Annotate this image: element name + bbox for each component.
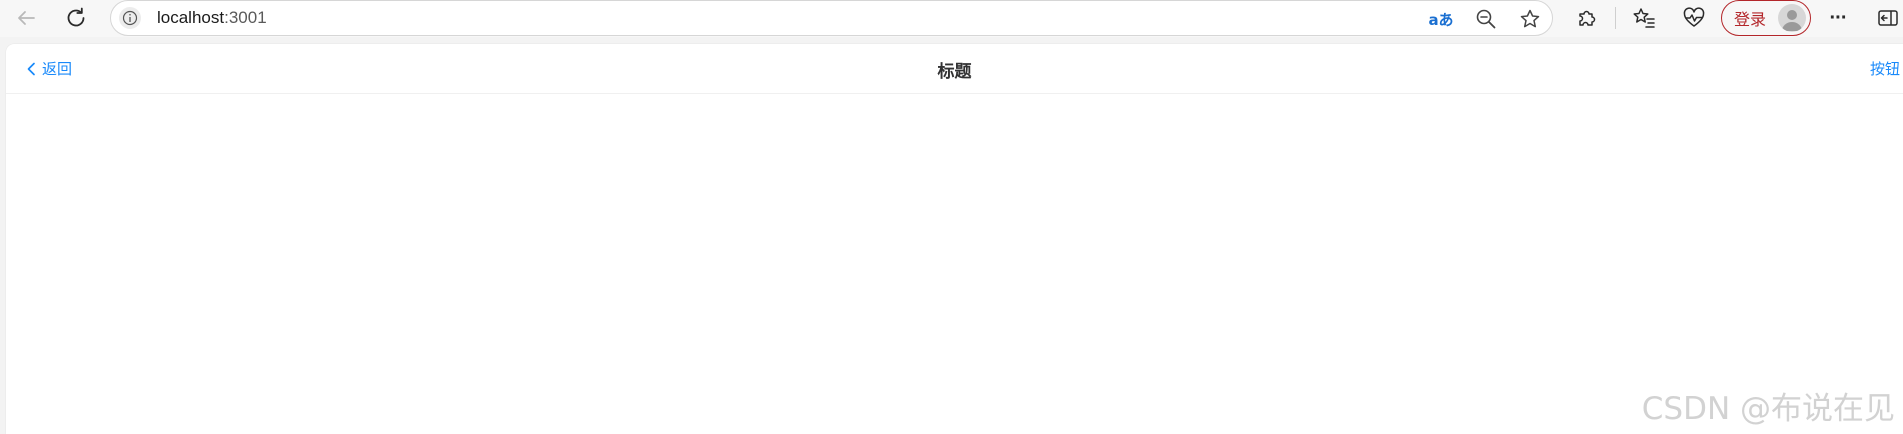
translate-icon: aあ (1428, 10, 1454, 29)
more-icon: ··· (1829, 6, 1848, 29)
zoom-out-icon (1476, 9, 1496, 29)
favorites-button[interactable] (1628, 2, 1660, 34)
favorite-button[interactable] (1516, 5, 1544, 33)
watermark: CSDN @布说在见 (1641, 391, 1895, 427)
health-button[interactable] (1678, 2, 1710, 34)
translate-button[interactable]: aあ (1427, 5, 1455, 33)
more-button[interactable]: ··· (1822, 2, 1854, 34)
extensions-button[interactable] (1571, 2, 1603, 34)
refresh-icon (67, 7, 85, 27)
nav-right-button[interactable]: 按钮 (1870, 58, 1900, 79)
avatar-icon (1778, 4, 1806, 32)
address-bar[interactable]: localhost:3001 aあ (110, 0, 1553, 36)
login-label: 登录 (1734, 10, 1767, 29)
arrow-left-icon (18, 11, 35, 25)
site-info-button[interactable] (119, 7, 141, 29)
favorites-icon (1633, 8, 1655, 28)
puzzle-icon (1579, 10, 1596, 26)
sidebar-icon (1878, 10, 1898, 26)
page-viewport: 返回 标题 按钮 CSDN @布说在见 (6, 44, 1903, 434)
star-icon (1520, 9, 1540, 28)
info-icon (122, 10, 138, 26)
browser-toolbar: localhost:3001 aあ 登录 ··· (0, 0, 1903, 37)
back-nav-button[interactable] (10, 2, 42, 34)
toolbar-divider (1615, 7, 1616, 29)
sidebar-button[interactable] (1872, 2, 1903, 34)
address-host: localhost (157, 8, 225, 27)
zoom-button[interactable] (1472, 5, 1500, 33)
login-button[interactable]: 登录 (1721, 0, 1811, 36)
refresh-button[interactable] (60, 2, 92, 34)
address-url[interactable]: localhost:3001 (157, 8, 267, 28)
address-port: :3001 (224, 8, 267, 27)
nav-bar: 返回 标题 按钮 (6, 44, 1903, 94)
page-title: 标题 (937, 62, 972, 82)
heart-pulse-icon (1683, 7, 1705, 27)
